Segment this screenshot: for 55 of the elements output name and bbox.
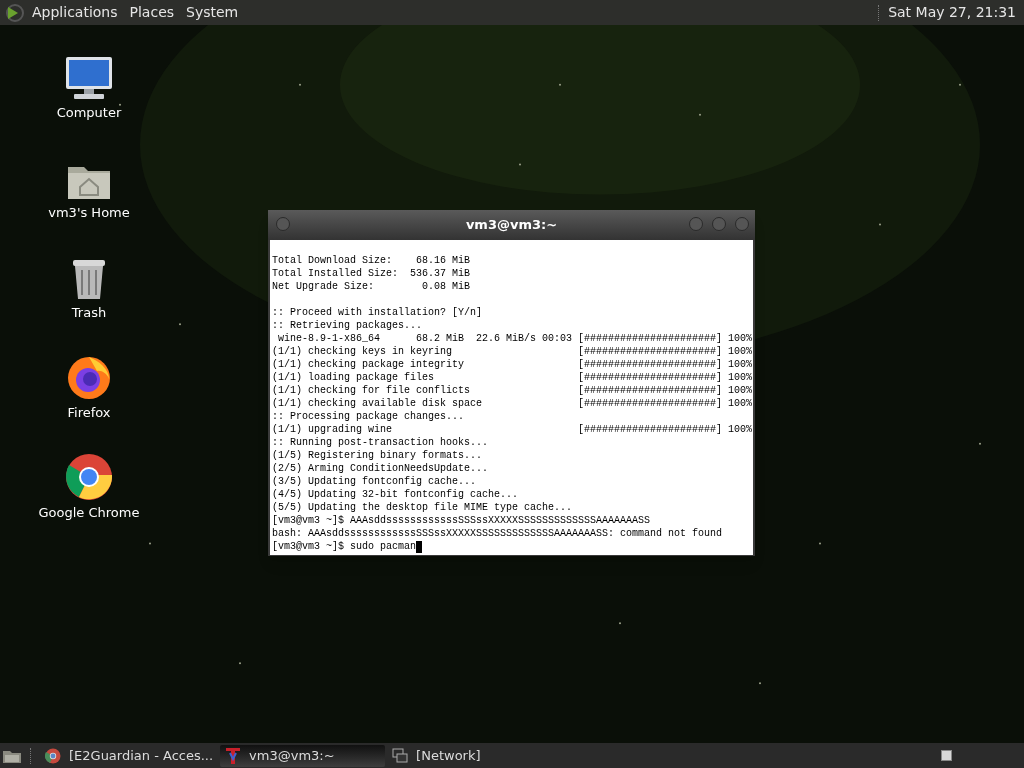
minimize-button[interactable] [689,217,703,231]
terminal-line: :: Proceed with installation? [Y/n] [272,307,483,318]
menu-item[interactable]: Applications [26,2,124,23]
terminal-line: (2/5) Arming ConditionNeedsUpdate... [272,463,489,474]
terminal-line: :: Retrieving packages... [272,320,423,331]
terminal-line: [vm3@vm3 ~]$ AAAsddssssssssssssSSSssXXXXXSSSSSSSSSSSSSAAAAAAASS [272,515,651,526]
terminal-line: Total Installed Size: 536.37 MiB [272,268,471,279]
chrome-icon [45,747,61,764]
chrome-icon [65,453,113,501]
progress-text: [######################] 100% [577,358,752,371]
terminal-line: (3/5) Updating fontconfig cache... [272,476,477,487]
taskbar-button[interactable]: [E2Guardian - Acces... [40,744,219,767]
taskbar-button[interactable]: [Network] [387,744,553,767]
desktop-icon-label[interactable]: Google Chrome [38,503,140,523]
maximize-button[interactable] [712,217,726,231]
taskbar-button[interactable]: vm3@vm3:~ [220,744,386,767]
terminal-line: Net Upgrade Size: 0.08 MiB [272,281,471,292]
terminal-line: (1/1) loading package files [272,371,435,384]
terminal-line: (1/5) Registering binary formats... [272,450,483,461]
progress-text: [######################] 100% [577,384,752,397]
windows-icon [392,747,409,764]
logo-icon [4,2,26,23]
terminal-line: [vm3@vm3 ~]$ sudo pacman [272,540,417,553]
progress-text: [######################] 100% [577,423,752,436]
progress-text: [######################] 100% [577,397,752,410]
menu-item[interactable]: Places [123,2,181,23]
terminal-line: (1/1) checking package integrity [272,358,465,371]
desktop-icon-label[interactable]: Trash [71,303,107,323]
clock[interactable]: Sat May 27, 21:31 [888,2,1016,23]
computer-icon [64,55,114,101]
close-button[interactable] [735,217,749,231]
text-cursor [416,540,423,553]
desktop-icon-label[interactable]: Firefox [67,403,111,423]
progress-text: [######################] 100% [577,332,752,345]
terminal-line: (1/1) checking available disk space [272,397,483,410]
window-title: vm3@vm3:~ [465,216,558,235]
terminal-line: Total Download Size: 68.16 MiB [272,255,471,266]
terminal-line: (4/5) Updating 32-bit fontconfig cache... [272,489,519,500]
desktop-icon-label[interactable]: vm3's Home [48,203,130,223]
terminal-line: (1/1) upgrading wine [272,423,393,436]
terminal-line: (5/5) Updating the desktop file MIME type cache... [272,502,573,513]
terminal-line: wine-8.9-1-x86_64 68.2 MiB 22.6 MiB/s 00:03 [277,332,573,345]
terminal-line: :: Processing package changes... [272,411,465,422]
window-menu-button[interactable] [276,217,290,231]
terminal-line: (1/1) checking for file conflicts [272,384,471,397]
terminal-line: bash: AAAsddssssssssssssSSSssXXXXXSSSSSSSSSSSSSAAAAAAASS: command not found [272,528,723,539]
desktop-icon-label[interactable]: Computer [56,103,122,123]
terminal-line: :: Running post-transaction hooks... [272,437,489,448]
workspace-switcher[interactable] [941,750,952,761]
terminal-line: (1/1) checking keys in keyring [272,345,453,358]
terminal-icon [225,746,242,765]
progress-text: [######################] 100% [577,371,752,384]
menu-item[interactable]: System [180,2,245,23]
trash-icon [70,257,108,301]
progress-text: [######################] 100% [577,345,752,358]
